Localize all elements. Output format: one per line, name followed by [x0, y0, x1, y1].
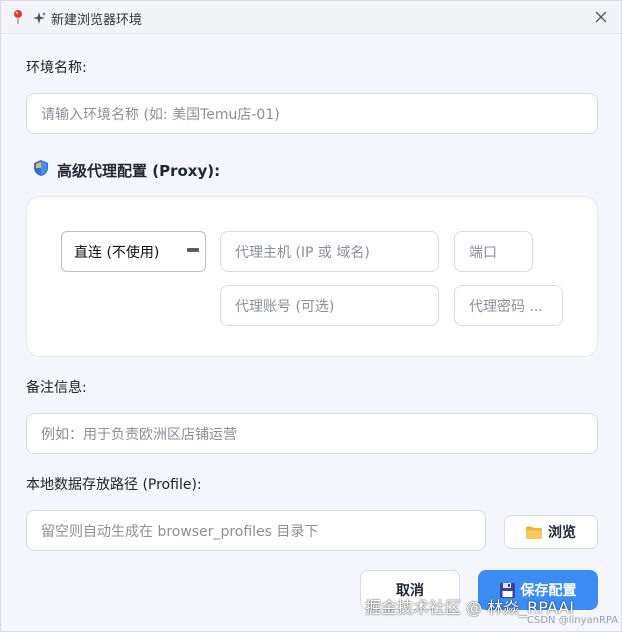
proxy-user-placeholder: 代理账号 (可选)	[235, 298, 335, 315]
proxy-card	[26, 196, 598, 357]
proxy-port-placeholder: 端口	[469, 244, 497, 261]
proxy-pass-input[interactable]: 代理密码 ...	[454, 285, 563, 326]
close-button[interactable]	[591, 7, 611, 27]
folder-icon	[526, 526, 542, 539]
proxy-host-input[interactable]: 代理主机 (IP 或 域名)	[220, 231, 439, 272]
title-bar: 新建浏览器环境	[1, 1, 621, 34]
proxy-section-title: 高级代理配置 (Proxy):	[33, 159, 220, 181]
watermark-subtext: CSDN @linyanRPA	[527, 615, 619, 626]
notes-placeholder: 例如：用于负责欧洲区店铺运营	[41, 426, 237, 443]
profile-path-input[interactable]: 留空则自动生成在 browser_profiles 目录下	[26, 510, 486, 551]
close-icon	[595, 11, 607, 23]
browse-label: 浏览	[548, 525, 576, 541]
proxy-section-label: 高级代理配置 (Proxy):	[57, 161, 221, 180]
profile-path-placeholder: 留空则自动生成在 browser_profiles 目录下	[41, 523, 319, 540]
window-title: 新建浏览器环境	[51, 13, 143, 28]
shield-icon	[33, 159, 49, 181]
notes-input[interactable]: 例如：用于负责欧洲区店铺运营	[26, 413, 598, 454]
proxy-mode-select[interactable]: 直连 (不使用)	[61, 231, 206, 272]
proxy-port-input[interactable]: 端口	[454, 231, 533, 272]
proxy-mode-value: 直连 (不使用)	[74, 244, 160, 261]
dropdown-icon	[187, 248, 199, 252]
dialog-window: 新建浏览器环境 环境名称: 请输入环境名称 (如: 美国Temu店-01) 高级…	[0, 0, 622, 632]
proxy-pass-placeholder: 代理密码 ...	[469, 298, 543, 315]
env-name-label: 环境名称:	[26, 60, 87, 76]
pin-icon	[11, 9, 25, 25]
env-name-placeholder: 请输入环境名称 (如: 美国Temu店-01)	[41, 106, 280, 123]
proxy-user-input[interactable]: 代理账号 (可选)	[220, 285, 439, 326]
notes-label: 备注信息:	[26, 380, 87, 396]
sparkle-icon	[33, 10, 46, 24]
env-name-input[interactable]: 请输入环境名称 (如: 美国Temu店-01)	[26, 93, 598, 134]
profile-label: 本地数据存放路径 (Profile):	[26, 477, 202, 493]
proxy-host-placeholder: 代理主机 (IP 或 域名)	[235, 244, 370, 261]
browse-button[interactable]: 浏览	[504, 515, 598, 549]
